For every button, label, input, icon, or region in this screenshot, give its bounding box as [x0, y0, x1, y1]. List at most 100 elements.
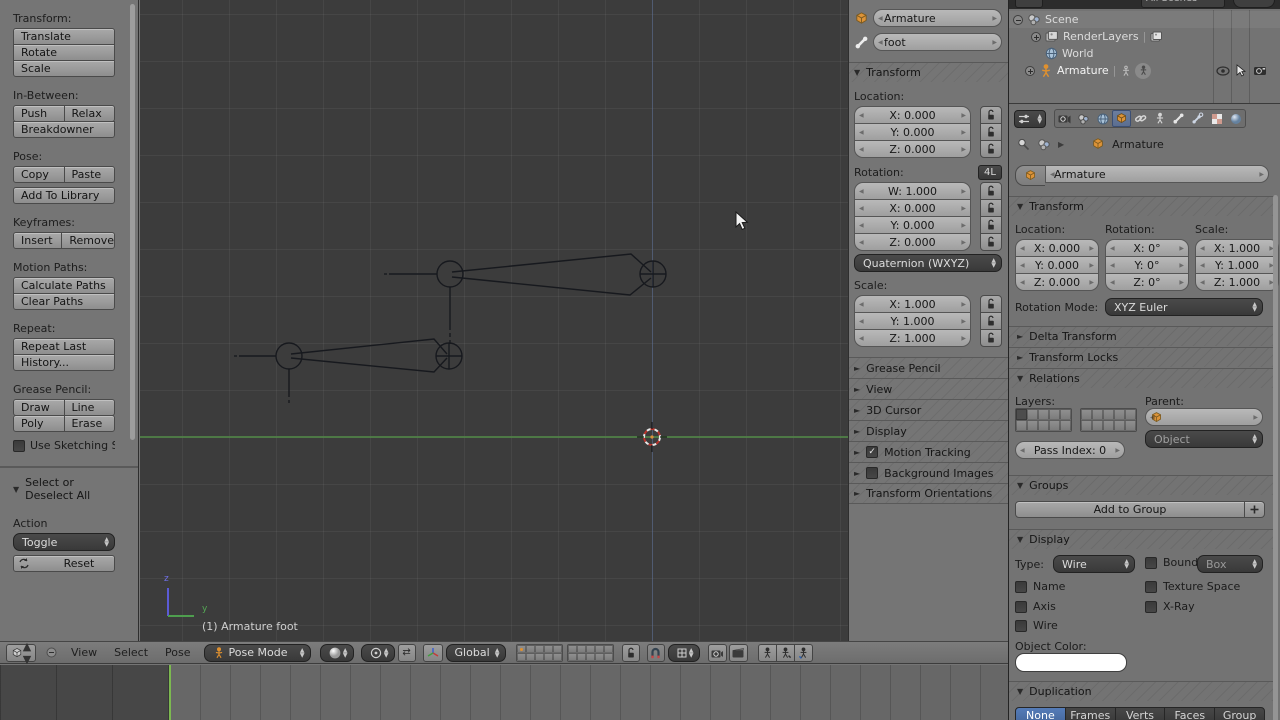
delta-transform-panel-header[interactable]: Delta Transform [1009, 326, 1275, 346]
npanel-3d-cursor-header[interactable]: 3D Cursor [849, 399, 1008, 420]
3d-viewport[interactable]: z y (1) Armature foot [140, 0, 848, 641]
bounds-type-dropdown[interactable]: Box [1197, 555, 1263, 573]
bone-name-field[interactable]: foot [873, 33, 1002, 51]
scale-button[interactable]: Scale [13, 60, 115, 77]
npanel-grease-pencil-header[interactable]: Grease Pencil [849, 357, 1008, 378]
snap-toggle-button[interactable] [646, 643, 665, 662]
paste-pose-toolbar-button[interactable] [775, 643, 795, 662]
npanel-transform-orientations-header[interactable]: Transform Orientations [849, 483, 1008, 504]
add-to-group-button[interactable]: Add to Group [1015, 501, 1245, 518]
insert-keyframe-button[interactable]: Insert [13, 232, 63, 249]
xray-checkbox[interactable] [1145, 600, 1157, 613]
lock-loc-x-button[interactable] [980, 106, 1002, 124]
draw-type-dropdown[interactable]: Wire [1053, 555, 1135, 573]
duplication-none-button[interactable]: None [1015, 707, 1066, 720]
scale-z-field[interactable]: Z: 1.000 [854, 329, 971, 347]
opengl-render-button[interactable] [707, 643, 727, 662]
history-button[interactable]: History... [13, 354, 115, 371]
lock-loc-y-button[interactable] [980, 123, 1002, 141]
scene-breadcrumb-icon[interactable] [1037, 138, 1051, 151]
motion-tracking-checkbox[interactable] [866, 446, 879, 458]
gp-draw-button[interactable]: Draw [13, 399, 65, 416]
npanel-view-header[interactable]: View [849, 378, 1008, 399]
bounds-checkbox[interactable] [1145, 556, 1157, 569]
mode-dropdown[interactable]: Pose Mode [203, 643, 311, 662]
lock-rot-y-button[interactable] [980, 216, 1002, 234]
renderable-camera-icon[interactable] [1253, 65, 1267, 76]
gp-erase-button[interactable]: Erase [63, 415, 115, 432]
expand-icon[interactable] [1031, 31, 1041, 42]
outliner-item-renderlayers[interactable]: RenderLayers | [1009, 28, 1280, 45]
rotation-mode-dropdown[interactable]: Quaternion (WXYZ) [854, 254, 1002, 272]
calculate-paths-button[interactable]: Calculate Paths [13, 277, 115, 294]
object-name-field[interactable]: Armature [873, 9, 1002, 27]
viewport-shading-dropdown[interactable] [319, 643, 354, 662]
npanel-transform-header[interactable]: Transform [849, 62, 1008, 82]
tab-material[interactable] [1226, 110, 1245, 127]
name-checkbox[interactable] [1015, 580, 1027, 593]
selectable-arrow-icon[interactable] [1236, 64, 1246, 77]
paste-pose-button[interactable]: Paste [63, 166, 115, 183]
outliner-editor-type-button[interactable] [1015, 0, 1043, 8]
pivot-align-toggle[interactable]: ⇄ [397, 643, 416, 662]
timeline-editor[interactable] [0, 665, 1008, 720]
outliner-item-world[interactable]: World [1009, 45, 1280, 62]
duplication-faces-button[interactable]: Faces [1164, 707, 1216, 720]
loc-z-field[interactable]: Z: 0.000 [854, 140, 971, 158]
duplication-group-button[interactable]: Group [1214, 707, 1265, 720]
copy-pose-button[interactable]: Copy [13, 166, 65, 183]
obj-scale-y-field[interactable]: Y: 1.000 [1195, 256, 1279, 274]
relations-panel-header[interactable]: Relations [1009, 368, 1275, 388]
breakdowner-button[interactable]: Breakdowner [13, 121, 115, 138]
manipulator-toggle[interactable] [422, 643, 443, 662]
npanel-display-header[interactable]: Display [849, 420, 1008, 441]
tab-constraints[interactable] [1131, 110, 1150, 127]
wire-checkbox[interactable] [1015, 619, 1027, 632]
groups-panel-header[interactable]: Groups [1009, 475, 1275, 495]
scale-x-field[interactable]: X: 1.000 [854, 295, 971, 313]
object-layers-grid-1[interactable] [1015, 408, 1072, 432]
obj-scale-z-field[interactable]: Z: 1.000 [1195, 273, 1279, 291]
obj-scale-x-field[interactable]: X: 1.000 [1195, 239, 1279, 257]
breadcrumb-object-name[interactable]: Armature [1112, 138, 1164, 151]
duplication-panel-header[interactable]: Duplication [1009, 681, 1275, 701]
obj-rot-y-field[interactable]: Y: 0° [1105, 256, 1189, 274]
loc-y-field[interactable]: Y: 0.000 [854, 123, 971, 141]
outliner-view-menu[interactable]: View [1061, 0, 1085, 8]
view-menu[interactable]: View [71, 646, 97, 659]
npanel-background-images-header[interactable]: Background Images [849, 462, 1008, 483]
tab-bone[interactable] [1169, 110, 1188, 127]
lock-rot-x-button[interactable] [980, 199, 1002, 217]
obj-rot-z-field[interactable]: Z: 0° [1105, 273, 1189, 291]
obj-loc-y-field[interactable]: Y: 0.000 [1015, 256, 1099, 274]
gp-line-button[interactable]: Line [63, 399, 115, 416]
armature-bones[interactable] [140, 0, 848, 641]
snap-element-dropdown[interactable] [667, 643, 700, 662]
layers-grid-1[interactable] [515, 643, 563, 662]
action-dropdown[interactable]: Toggle [13, 533, 115, 551]
pivot-point-dropdown[interactable] [360, 643, 395, 662]
lock-rot-w-button[interactable] [980, 182, 1002, 200]
lock-scale-x-button[interactable] [980, 295, 1002, 313]
loc-x-field[interactable]: X: 0.000 [854, 106, 971, 124]
display-panel-header[interactable]: Display [1009, 529, 1275, 549]
pose-menu[interactable]: Pose [165, 646, 190, 659]
tab-bone-constraints[interactable] [1188, 110, 1207, 127]
rot-w-field[interactable]: W: 1.000 [854, 182, 971, 200]
outliner-search-menu[interactable]: Search [1097, 0, 1131, 8]
3d-cursor[interactable] [634, 419, 670, 455]
transform-locks-panel-header[interactable]: Transform Locks [1009, 347, 1275, 367]
timeline-current-frame-marker[interactable] [169, 665, 171, 720]
outliner-item-scene[interactable]: Scene [1009, 11, 1280, 28]
object-color-swatch[interactable] [1015, 653, 1127, 672]
tool-shelf-scrollbar[interactable] [130, 4, 135, 440]
repeat-last-button[interactable]: Repeat Last [13, 338, 115, 355]
obj-rot-x-field[interactable]: X: 0° [1105, 239, 1189, 257]
relax-button[interactable]: Relax [63, 105, 115, 122]
collapse-icon[interactable] [1013, 14, 1023, 25]
editor-type-button[interactable] [6, 643, 36, 662]
background-images-checkbox[interactable] [866, 467, 879, 479]
lock-loc-z-button[interactable] [980, 140, 1002, 158]
lock-scale-z-button[interactable] [980, 329, 1002, 347]
duplication-frames-button[interactable]: Frames [1064, 707, 1116, 720]
